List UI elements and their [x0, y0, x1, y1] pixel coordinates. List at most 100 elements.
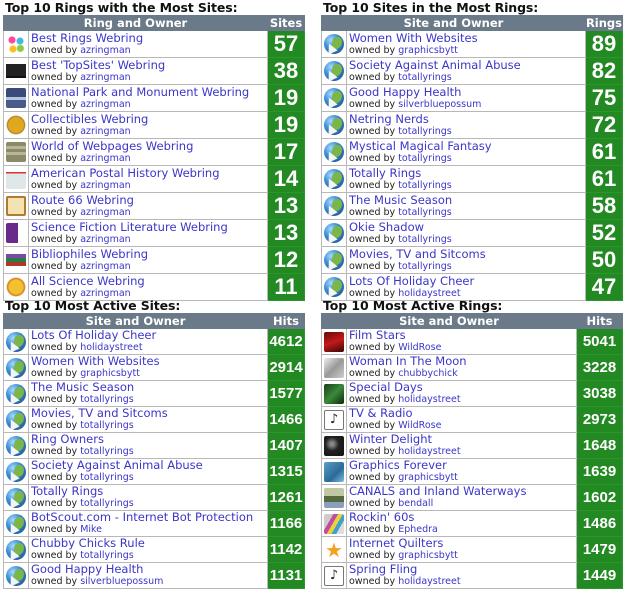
- row-icon-cell[interactable]: [321, 57, 347, 85]
- owner-link[interactable]: totallyrings: [80, 394, 134, 405]
- owner-link[interactable]: totallyrings: [398, 261, 452, 272]
- owner-link[interactable]: totallyrings: [80, 446, 134, 457]
- row-icon-cell[interactable]: [321, 165, 347, 193]
- entry-name-link[interactable]: World of Webpages Webring: [31, 140, 267, 153]
- row-icon-cell[interactable]: [3, 30, 29, 58]
- entry-name-link[interactable]: Winter Delight: [349, 433, 576, 446]
- owner-link[interactable]: totallyrings: [80, 550, 134, 561]
- entry-name-link[interactable]: Society Against Animal Abuse: [349, 59, 585, 72]
- owner-link[interactable]: holidaystreet: [398, 446, 460, 457]
- entry-name-link[interactable]: Society Against Animal Abuse: [31, 459, 267, 472]
- row-icon-cell[interactable]: ♪: [321, 562, 347, 589]
- row-icon-cell[interactable]: [321, 30, 347, 58]
- row-icon-cell[interactable]: [321, 138, 347, 166]
- entry-name-link[interactable]: Science Fiction Literature Webring: [31, 221, 267, 234]
- row-icon-cell[interactable]: [3, 246, 29, 274]
- entry-name-link[interactable]: Totally Rings: [349, 167, 585, 180]
- owner-link[interactable]: graphicsbytt: [398, 550, 458, 561]
- entry-name-link[interactable]: Okie Shadow: [349, 221, 585, 234]
- row-icon-cell[interactable]: [3, 57, 29, 85]
- owner-link[interactable]: totallyrings: [398, 126, 452, 137]
- owner-link[interactable]: Ephedra: [398, 524, 438, 535]
- row-icon-cell[interactable]: [321, 84, 347, 112]
- row-icon-cell[interactable]: [321, 219, 347, 247]
- entry-name-link[interactable]: Spring Fling: [349, 563, 576, 576]
- owner-link[interactable]: holidaystreet: [398, 288, 460, 299]
- owner-link[interactable]: azringman: [80, 45, 131, 56]
- entry-name-link[interactable]: Lots Of Holiday Cheer: [349, 275, 585, 288]
- owner-link[interactable]: totallyrings: [398, 234, 452, 245]
- owner-link[interactable]: holidaystreet: [80, 342, 142, 353]
- row-icon-cell[interactable]: [321, 510, 347, 537]
- entry-name-link[interactable]: Women With Websites: [349, 32, 585, 45]
- entry-name-link[interactable]: Route 66 Webring: [31, 194, 267, 207]
- owner-link[interactable]: azringman: [80, 180, 131, 191]
- owner-link[interactable]: azringman: [80, 153, 131, 164]
- entry-name-link[interactable]: Rockin' 60s: [349, 511, 576, 524]
- owner-link[interactable]: graphicsbytt: [80, 368, 140, 379]
- owner-link[interactable]: holidaystreet: [398, 394, 460, 405]
- owner-link[interactable]: totallyrings: [398, 180, 452, 191]
- owner-link[interactable]: holidaystreet: [398, 576, 460, 587]
- owner-link[interactable]: WildRose: [398, 342, 441, 353]
- owner-link[interactable]: Mike: [80, 524, 102, 535]
- owner-link[interactable]: totallyrings: [80, 472, 134, 483]
- row-icon-cell[interactable]: [3, 432, 29, 459]
- entry-name-link[interactable]: Bibliophiles Webring: [31, 248, 267, 261]
- owner-link[interactable]: azringman: [80, 207, 131, 218]
- entry-name-link[interactable]: Chubby Chicks Rule: [31, 537, 267, 550]
- row-icon-cell[interactable]: [3, 354, 29, 381]
- owner-link[interactable]: totallyrings: [398, 153, 452, 164]
- entry-name-link[interactable]: National Park and Monument Webring: [31, 86, 267, 99]
- owner-link[interactable]: graphicsbytt: [398, 472, 458, 483]
- entry-name-link[interactable]: Movies, TV and Sitcoms: [349, 248, 585, 261]
- owner-link[interactable]: azringman: [80, 261, 131, 272]
- entry-name-link[interactable]: Mystical Magical Fantasy: [349, 140, 585, 153]
- row-icon-cell[interactable]: [321, 111, 347, 139]
- owner-link[interactable]: totallyrings: [398, 207, 452, 218]
- entry-name-link[interactable]: Women With Websites: [31, 355, 267, 368]
- row-icon-cell[interactable]: [3, 484, 29, 511]
- entry-name-link[interactable]: Best Rings Webring: [31, 32, 267, 45]
- entry-name-link[interactable]: Movies, TV and Sitcoms: [31, 407, 267, 420]
- owner-link[interactable]: totallyrings: [80, 420, 134, 431]
- entry-name-link[interactable]: CANALS and Inland Waterways: [349, 485, 576, 498]
- entry-name-link[interactable]: Woman In The Moon: [349, 355, 576, 368]
- row-icon-cell[interactable]: [3, 510, 29, 537]
- row-icon-cell[interactable]: [321, 484, 347, 511]
- row-icon-cell[interactable]: [3, 328, 29, 355]
- owner-link[interactable]: silverbluepossum: [80, 576, 163, 587]
- row-icon-cell[interactable]: ♪: [321, 406, 347, 433]
- owner-link[interactable]: azringman: [80, 126, 131, 137]
- entry-name-link[interactable]: Good Happy Health: [31, 563, 267, 576]
- owner-link[interactable]: totallyrings: [80, 498, 134, 509]
- owner-link[interactable]: chubbychick: [398, 368, 458, 379]
- entry-name-link[interactable]: Film Stars: [349, 329, 576, 342]
- row-icon-cell[interactable]: [321, 354, 347, 381]
- row-icon-cell[interactable]: [321, 246, 347, 274]
- row-icon-cell[interactable]: [321, 328, 347, 355]
- owner-link[interactable]: WildRose: [398, 420, 441, 431]
- row-icon-cell[interactable]: [3, 192, 29, 220]
- row-icon-cell[interactable]: [3, 536, 29, 563]
- entry-name-link[interactable]: Netring Nerds: [349, 113, 585, 126]
- owner-link[interactable]: azringman: [80, 99, 131, 110]
- row-icon-cell[interactable]: [3, 165, 29, 193]
- entry-name-link[interactable]: Collectibles Webring: [31, 113, 267, 126]
- row-icon-cell[interactable]: [3, 562, 29, 589]
- entry-name-link[interactable]: Internet Quilters: [349, 537, 576, 550]
- owner-link[interactable]: azringman: [80, 288, 131, 299]
- row-icon-cell[interactable]: ★: [321, 536, 347, 563]
- row-icon-cell[interactable]: [3, 273, 29, 301]
- owner-link[interactable]: silverbluepossum: [398, 99, 481, 110]
- row-icon-cell[interactable]: [3, 458, 29, 485]
- owner-link[interactable]: graphicsbytt: [398, 45, 458, 56]
- entry-name-link[interactable]: Good Happy Health: [349, 86, 585, 99]
- entry-name-link[interactable]: Lots Of Holiday Cheer: [31, 329, 267, 342]
- owner-link[interactable]: bendall: [398, 498, 433, 509]
- entry-name-link[interactable]: Best 'TopSites' Webring: [31, 59, 267, 72]
- entry-name-link[interactable]: Ring Owners: [31, 433, 267, 446]
- entry-name-link[interactable]: The Music Season: [349, 194, 585, 207]
- entry-name-link[interactable]: Totally Rings: [31, 485, 267, 498]
- row-icon-cell[interactable]: [3, 380, 29, 407]
